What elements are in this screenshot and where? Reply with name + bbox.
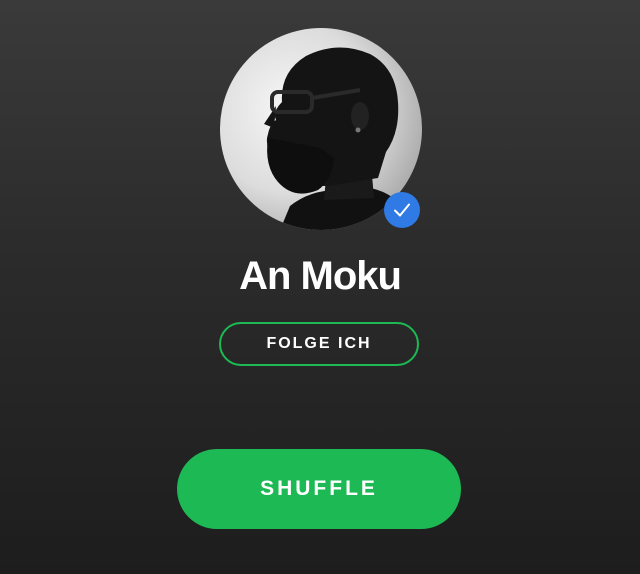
checkmark-icon bbox=[394, 203, 410, 217]
artist-name: An Moku bbox=[239, 254, 402, 298]
shuffle-play-button[interactable]: SHUFFLE bbox=[177, 449, 461, 529]
verified-badge bbox=[384, 192, 420, 228]
follow-button[interactable]: FOLGE ICH bbox=[219, 322, 419, 366]
artist-profile-header: An Moku FOLGE ICH SHUFFLE bbox=[0, 0, 640, 574]
artist-avatar-container bbox=[220, 28, 422, 230]
